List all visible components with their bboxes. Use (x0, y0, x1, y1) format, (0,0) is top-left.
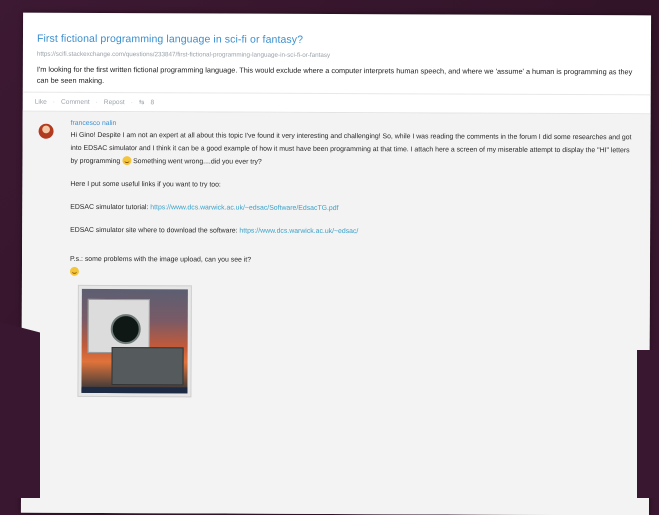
repost-button[interactable]: Repost (104, 98, 125, 105)
tutorial-link[interactable]: https://www.dcs.warwick.ac.uk/~edsac/Sof… (150, 204, 338, 212)
background-edge (0, 322, 40, 498)
oscilloscope-display (110, 314, 141, 345)
site-line: EDSAC simulator site where to download t… (70, 224, 636, 239)
share-icon[interactable]: ⇆ (139, 98, 145, 106)
comment-text: Hi Gino! Despite I am not an expert at a… (69, 129, 637, 281)
tutorial-line: EDSAC simulator tutorial: https://www.dc… (70, 201, 636, 216)
linkedin-post-page: First fictional programming language in … (20, 12, 652, 515)
separator-dot: · (52, 98, 56, 106)
separator-dot: · (95, 98, 98, 106)
comment-button[interactable]: Comment (61, 98, 90, 105)
smiley-emoji-icon (122, 156, 132, 166)
background-edge (637, 350, 659, 498)
comment: francesco nalin Hi Gino! Despite I am no… (69, 118, 636, 399)
post-header: First fictional programming language in … (23, 13, 651, 89)
attached-screenshot-image[interactable] (77, 284, 192, 398)
taskbar (81, 386, 188, 394)
post-body-text: I'm looking for the first written fictio… (36, 64, 633, 85)
like-button[interactable]: Like (35, 98, 47, 105)
site-label: EDSAC simulator site where to download t… (70, 226, 238, 235)
tutorial-label: EDSAC simulator tutorial: (70, 203, 149, 212)
comment-author-name[interactable]: francesco nalin (71, 120, 637, 129)
control-panel (111, 347, 184, 386)
comment-paragraph: Hi Gino! Despite I am not an expert at a… (70, 129, 636, 170)
ps-line: P.s.: some problems with the image uploa… (69, 253, 636, 281)
edsac-simulator-screenshot (81, 288, 188, 394)
comment-section: francesco nalin Hi Gino! Despite I am no… (20, 111, 651, 515)
ps-text: P.s.: some problems with the image uploa… (70, 255, 252, 264)
separator-dot: · (130, 98, 133, 106)
share-count: 8 (150, 98, 155, 106)
smiley-emoji-icon (69, 266, 79, 276)
comment-paragraph-tail: Something went wrong....did you ever try… (133, 158, 262, 166)
simulator-window (87, 298, 150, 354)
avatar[interactable] (38, 123, 54, 139)
site-link[interactable]: https://www.dcs.warwick.ac.uk/~edsac/ (239, 228, 358, 236)
comment-paragraph: Here I put some useful links if you want… (70, 180, 221, 189)
post-action-bar: Like · Comment · Repost · ⇆ 8 (22, 91, 651, 115)
post-url-link[interactable]: https://scifi.stackexchange.com/question… (37, 51, 639, 61)
post-title-link[interactable]: First fictional programming language in … (37, 33, 639, 48)
